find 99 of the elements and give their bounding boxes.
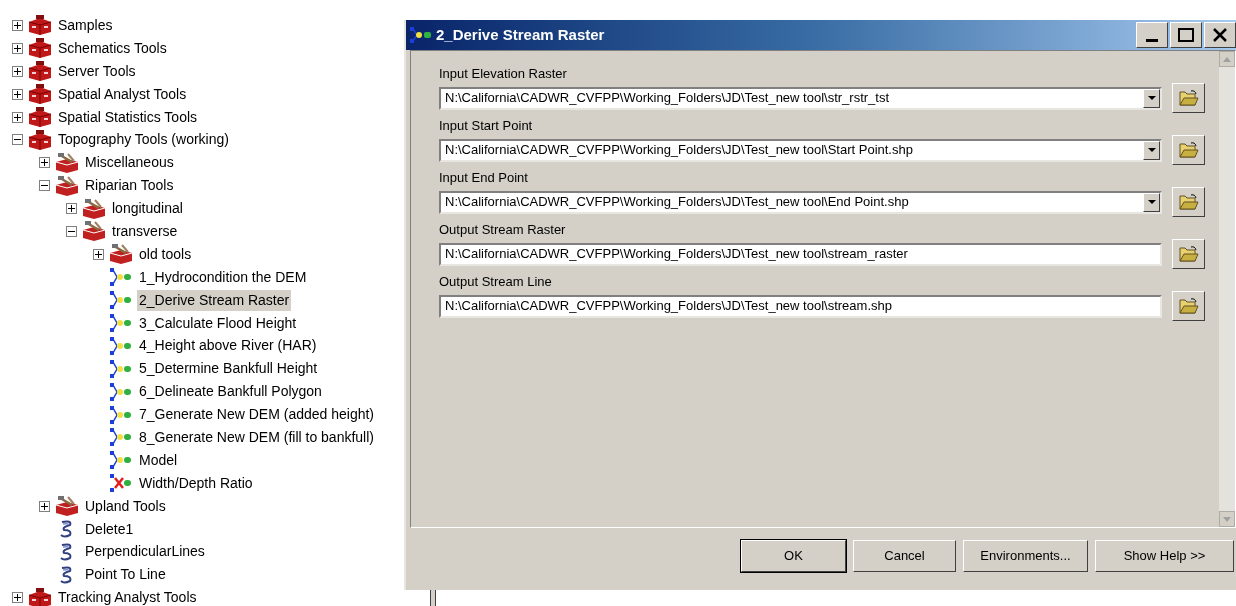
expand-toggle[interactable] <box>39 500 50 512</box>
toolset-icon <box>54 152 80 173</box>
maximize-button[interactable] <box>1170 22 1202 48</box>
dropdown-caret-icon[interactable] <box>1143 88 1160 108</box>
dropdown-field[interactable]: N:\California\CADWR_CVFPP\Working_Folders\JD\Test_new tool\End Point.shp <box>439 190 1162 214</box>
toolbox-icon <box>27 15 53 36</box>
tree-item[interactable]: Samples <box>56 14 115 36</box>
tree-item[interactable]: Delete1 <box>83 518 136 540</box>
dropdown-caret-icon[interactable] <box>1143 140 1160 160</box>
parameter-label: Input Elevation Raster <box>439 65 568 82</box>
collapse-toggle[interactable] <box>12 134 23 146</box>
toolset-icon <box>81 198 107 219</box>
dialog-button[interactable]: Show Help >> <box>1095 540 1234 572</box>
minimize-button[interactable] <box>1136 22 1168 48</box>
tree-item[interactable]: Tracking Analyst Tools <box>56 587 199 606</box>
model-icon <box>110 268 132 287</box>
input-field[interactable]: N:\California\CADWR_CVFPP\Working_Folders\JD\Test_new tool\stream.shp <box>439 294 1162 318</box>
model-icon <box>110 359 132 378</box>
tree-item[interactable]: Spatial Statistics Tools <box>56 106 200 128</box>
folder-icon <box>1178 194 1199 210</box>
tree-item[interactable]: Miscellaneous <box>83 152 176 174</box>
expand-toggle[interactable] <box>93 248 104 260</box>
expand-toggle[interactable] <box>12 111 23 123</box>
up-arrow-icon <box>1223 56 1231 62</box>
tree-item[interactable]: PerpendicularLines <box>83 541 207 563</box>
tree-item[interactable]: Schematics Tools <box>56 37 169 59</box>
parameter-label: Output Stream Raster <box>439 221 567 238</box>
open-folder-button[interactable] <box>1172 239 1205 269</box>
tree-item[interactable]: Width/Depth Ratio <box>137 472 255 494</box>
dropdown-field[interactable]: N:\California\CADWR_CVFPP\Working_Folders\JD\Test_new tool\str_rstr_tst <box>439 86 1162 110</box>
toolbox-icon <box>27 587 53 606</box>
tree-item[interactable]: 1_Hydrocondition the DEM <box>137 266 309 288</box>
toolset-icon <box>108 244 134 265</box>
tree-item[interactable]: Model <box>137 449 180 471</box>
model-icon <box>110 382 132 401</box>
tree-item[interactable]: old tools <box>137 243 194 265</box>
input-field[interactable]: N:\California\CADWR_CVFPP\Working_Folders\JD\Test_new tool\stream_raster <box>439 242 1162 266</box>
dropdown-field[interactable]: N:\California\CADWR_CVFPP\Working_Folders\JD\Test_new tool\Start Point.shp <box>439 138 1162 162</box>
toolset-icon <box>54 175 80 196</box>
dropdown-caret-icon[interactable] <box>1143 192 1160 212</box>
tree-item[interactable]: Point To Line <box>83 564 168 586</box>
toolbox-icon <box>27 84 53 105</box>
folder-icon <box>1178 142 1199 158</box>
maximize-icon <box>1178 28 1194 42</box>
open-folder-button[interactable] <box>1172 135 1205 165</box>
parameter-label: Input Start Point <box>439 117 534 134</box>
tree-item[interactable]: Topography Tools (working) <box>56 129 231 151</box>
model-error-icon <box>110 474 132 493</box>
open-folder-button[interactable] <box>1172 83 1205 113</box>
toolset-icon <box>81 221 107 242</box>
expand-toggle[interactable] <box>12 88 23 100</box>
tree-item[interactable]: Spatial Analyst Tools <box>56 83 189 105</box>
dialog-button[interactable]: OK <box>741 540 846 572</box>
close-icon <box>1212 28 1228 42</box>
minimize-icon <box>1146 39 1158 43</box>
toolbox-icon <box>27 61 53 82</box>
tree-item[interactable]: 7_Generate New DEM (added height) <box>137 404 377 426</box>
tree-item[interactable]: 8_Generate New DEM (fill to bankfull) <box>137 426 376 448</box>
model-icon <box>110 336 132 355</box>
window-title: 2_Derive Stream Raster <box>436 24 605 45</box>
model-icon <box>110 314 132 332</box>
model-icon <box>110 291 132 310</box>
tree-item[interactable]: Upland Tools <box>83 495 168 517</box>
close-button[interactable] <box>1204 22 1236 48</box>
dialog-button[interactable]: Environments... <box>963 540 1088 572</box>
tree-item[interactable]: longitudinal <box>110 198 185 220</box>
expand-toggle[interactable] <box>12 42 23 54</box>
model-icon <box>110 451 132 470</box>
tree-item[interactable]: 2_Derive Stream Raster <box>137 289 292 311</box>
model-icon <box>410 27 432 43</box>
tree-item[interactable]: 5_Determine Bankfull Height <box>137 358 320 380</box>
parameter-label: Input End Point <box>439 169 529 186</box>
toolset-icon <box>54 496 80 517</box>
tree-item[interactable]: transverse <box>110 220 180 242</box>
model-icon <box>110 428 132 447</box>
collapse-toggle[interactable] <box>39 180 50 192</box>
expand-toggle[interactable] <box>39 157 50 169</box>
tree-item[interactable]: 6_Delineate Bankfull Polygon <box>137 381 324 403</box>
tree-item[interactable]: Riparian Tools <box>83 175 176 197</box>
expand-toggle[interactable] <box>12 19 23 31</box>
tree-item[interactable]: Server Tools <box>56 60 138 82</box>
dialog-button[interactable]: Cancel <box>853 540 956 572</box>
folder-icon <box>1178 246 1199 262</box>
folder-icon <box>1178 298 1199 314</box>
down-arrow-icon <box>1223 516 1231 522</box>
folder-icon <box>1178 90 1199 106</box>
open-folder-button[interactable] <box>1172 291 1205 321</box>
parameter-label: Output Stream Line <box>439 273 553 290</box>
expand-toggle[interactable] <box>12 65 23 77</box>
tree-item[interactable]: 3_Calculate Flood Height <box>137 312 299 334</box>
expand-toggle[interactable] <box>66 203 77 215</box>
toolbox-icon <box>27 129 53 150</box>
expand-toggle[interactable] <box>12 592 23 604</box>
collapse-toggle[interactable] <box>66 225 77 237</box>
toolbox-icon <box>27 38 53 59</box>
toolbox-icon <box>27 107 53 127</box>
model-icon <box>110 405 132 424</box>
open-folder-button[interactable] <box>1172 187 1205 217</box>
tree-item[interactable]: 4_Height above River (HAR) <box>137 335 319 357</box>
